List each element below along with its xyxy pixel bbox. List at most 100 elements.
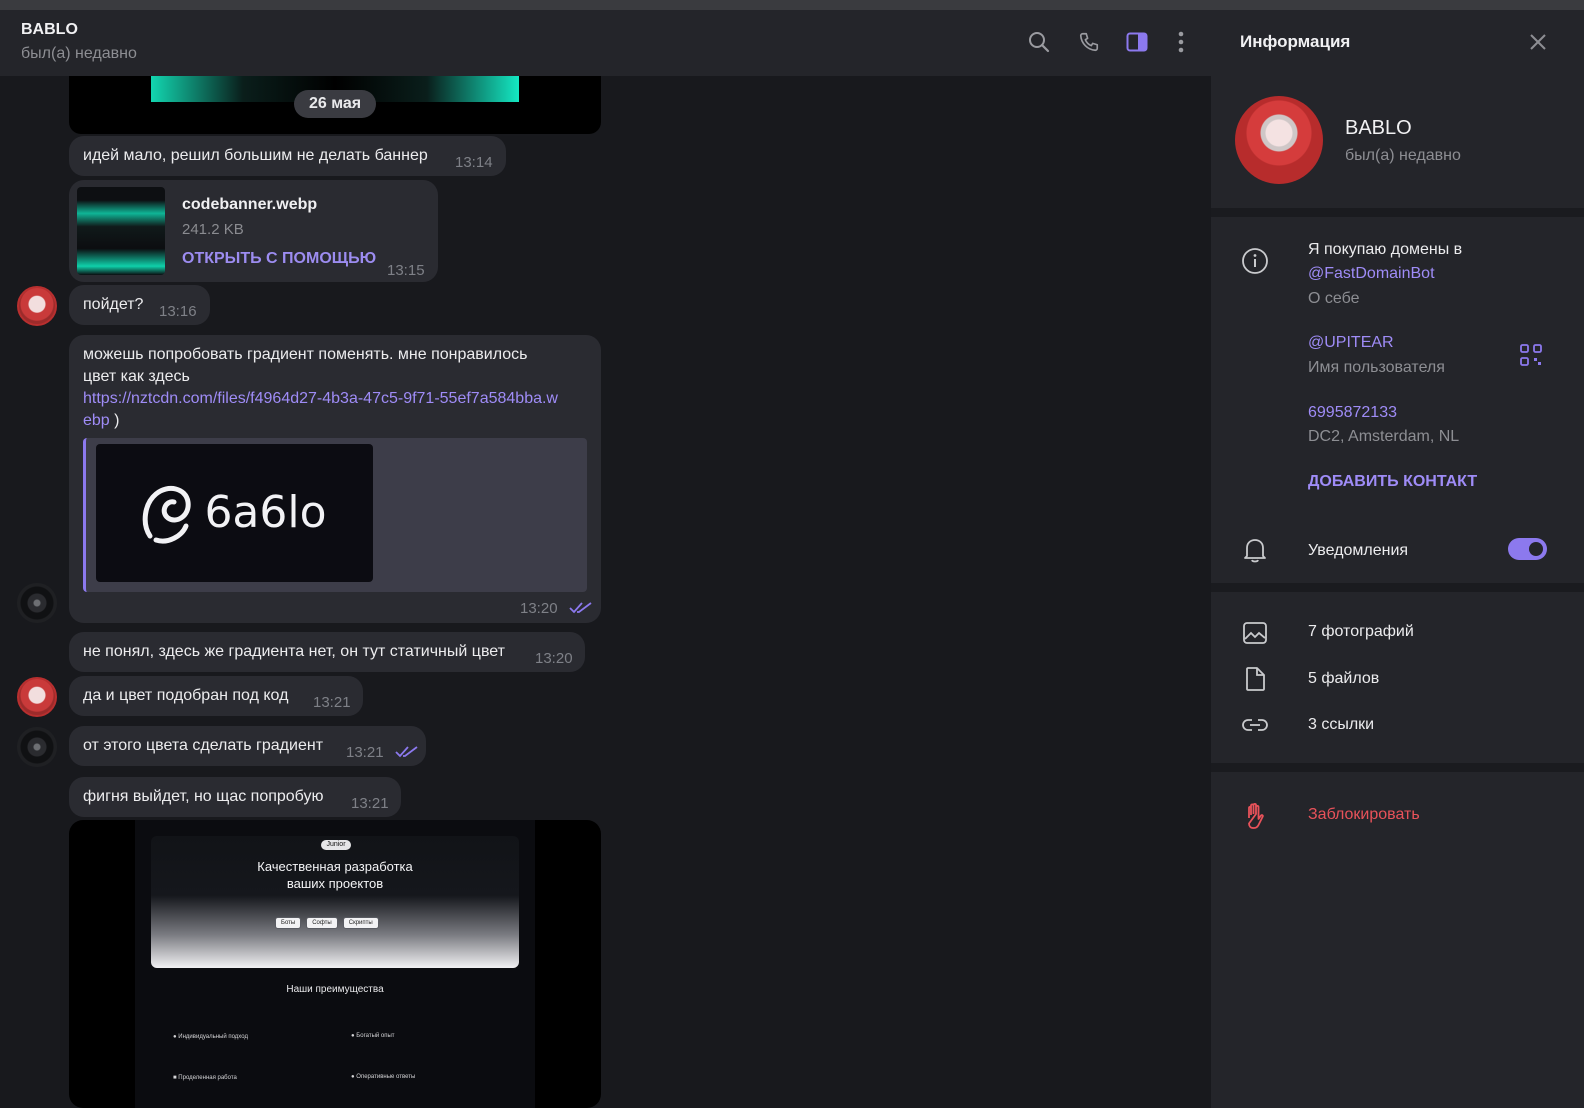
open-with-button[interactable]: ОТКРЫТЬ С ПОМОЩЬЮ: [182, 248, 376, 270]
banner-heading-line: ваших проектов: [286, 876, 384, 891]
contact-avatar[interactable]: [17, 286, 57, 326]
files-item[interactable]: 5 файлов: [1308, 667, 1379, 690]
chat-pane: BABLO был(а) недавно 26 мая идей мало, р…: [0, 10, 1211, 1108]
message-time: 13:16: [159, 303, 197, 320]
close-icon[interactable]: [1526, 30, 1550, 54]
bio-text: Я покупаю домены в: [1308, 241, 1463, 258]
banner-hero: [151, 836, 519, 968]
banner-feature: ● Индивидуальный подход: [173, 1034, 248, 1040]
message-text-line: можешь попробовать градиент поменять. мн…: [83, 346, 528, 363]
sidebar-toggle-icon[interactable]: [1124, 29, 1150, 55]
message-list[interactable]: 26 мая идей мало, решил большим не делат…: [0, 76, 1211, 1108]
read-check-icon: [395, 746, 418, 758]
chat-header: BABLO был(а) недавно: [0, 10, 1211, 76]
my-avatar[interactable]: [17, 727, 57, 767]
banner-button: Боты: [275, 917, 302, 929]
file-size: 241.2 KB: [182, 221, 244, 238]
banner-feature: ■ Проделенная работа: [173, 1075, 237, 1081]
message-time: 13:20: [520, 600, 558, 617]
message-time: 13:21: [351, 795, 389, 812]
banner-feature-label: Оперативные ответы: [356, 1074, 416, 1080]
message-bubble[interactable]: не понял, здесь же градиента нет, он тут…: [69, 632, 585, 672]
message-bubble-with-preview[interactable]: можешь попробовать градиент поменять. мн…: [69, 335, 601, 623]
banner-buttons: Боты Софты Скрипты: [275, 917, 379, 929]
message-text: фигня выйдет, но щас попробую: [83, 788, 324, 805]
profile-avatar[interactable]: [1235, 96, 1323, 184]
bio-link[interactable]: @FastDomainBot: [1308, 262, 1435, 285]
block-user-button[interactable]: Заблокировать: [1308, 803, 1420, 826]
username-link[interactable]: @UPITEAR: [1308, 331, 1394, 354]
telegram-app: BABLO был(а) недавно 26 мая идей мало, р…: [0, 10, 1584, 1108]
message-text: да и цвет подобран под код: [83, 687, 289, 704]
block-hand-icon: [1241, 802, 1269, 830]
profile-status: был(а) недавно: [1345, 147, 1461, 164]
message-time: 13:20: [535, 650, 573, 667]
section-divider: [1211, 583, 1584, 592]
file-name: codebanner.webp: [182, 196, 318, 213]
message-text-line: цвет как здесь: [83, 368, 190, 385]
section-divider: [1211, 208, 1584, 217]
message-text: пойдет?: [83, 296, 144, 313]
banner-feature: ● Богатый опыт: [351, 1033, 395, 1039]
message-time: 13:15: [387, 262, 425, 279]
message-text-suffix: ): [109, 412, 120, 429]
message-time: 13:21: [313, 694, 351, 711]
window-top-strip: [0, 0, 1584, 10]
chat-title[interactable]: BABLO: [21, 21, 78, 39]
file-message[interactable]: codebanner.webp 241.2 KB ОТКРЫТЬ С ПОМОЩ…: [69, 180, 438, 282]
phone-icon[interactable]: [1076, 29, 1102, 55]
message-time: 13:21: [346, 744, 384, 761]
file-thumbnail[interactable]: [77, 187, 165, 275]
message-bubble[interactable]: идей мало, решил большим не делать банне…: [69, 136, 506, 176]
message-time: 13:14: [455, 154, 493, 171]
banner-section-title: Наши преимущества: [286, 984, 384, 995]
banner-feature-label: Индивидуальный подход: [178, 1034, 248, 1040]
file-icon: [1241, 665, 1269, 693]
read-check-icon: [569, 602, 592, 614]
message-bubble[interactable]: да и цвет подобран под код 13:21: [69, 676, 363, 716]
banner-button: Софты: [306, 917, 338, 929]
notifications-toggle[interactable]: [1508, 538, 1547, 560]
user-id[interactable]: 6995872133: [1308, 401, 1397, 424]
banner-pill: Junior: [321, 840, 351, 850]
message-text: от этого цвета сделать градиент: [83, 737, 324, 754]
photos-item[interactable]: 7 фотографий: [1308, 620, 1414, 643]
link-icon: [1241, 711, 1269, 739]
chat-status: был(а) недавно: [21, 45, 137, 62]
bio-label: О себе: [1308, 290, 1360, 307]
sidebar-title: Информация: [1240, 32, 1351, 51]
date-separator: 26 мая: [294, 90, 377, 118]
message-bubble[interactable]: фигня выйдет, но щас попробую 13:21: [69, 777, 401, 817]
notifications-label: Уведомления: [1308, 542, 1409, 559]
banner-heading: Качественная разработка ваших проектов: [151, 858, 519, 892]
message-link-continued[interactable]: ebp: [83, 412, 110, 429]
info-sidebar: Информация BABLO был(а) недавно Я покупа…: [1211, 10, 1584, 1108]
qr-code-icon[interactable]: [1520, 344, 1542, 366]
bell-icon: [1241, 536, 1269, 564]
section-divider: [1211, 763, 1584, 772]
links-item[interactable]: 3 ссылки: [1308, 713, 1374, 736]
search-icon[interactable]: [1026, 29, 1052, 55]
toggle-knob: [1529, 542, 1543, 556]
preview-brand-text: 6a6lo: [204, 487, 327, 538]
message-bubble[interactable]: от этого цвета сделать градиент 13:21: [69, 726, 426, 766]
brand-logo-icon: [143, 485, 191, 544]
banner-feature: ● Оперативные ответы: [351, 1074, 416, 1080]
my-avatar[interactable]: [17, 583, 57, 623]
banner-feature-label: Проделенная работа: [178, 1075, 237, 1081]
username-label: Имя пользователя: [1308, 359, 1445, 376]
message-bubble[interactable]: пойдет? 13:16: [69, 285, 210, 325]
preview-image[interactable]: 6a6lo: [96, 444, 373, 582]
profile-name: BABLO: [1345, 117, 1412, 139]
image-message[interactable]: Junior Качественная разработка ваших про…: [69, 820, 601, 1108]
link-preview[interactable]: 6a6lo: [83, 438, 587, 592]
banner-feature-label: Богатый опыт: [356, 1033, 395, 1039]
contact-avatar[interactable]: [17, 677, 57, 717]
add-contact-button[interactable]: ДОБАВИТЬ КОНТАКТ: [1308, 470, 1477, 493]
banner-button: Скрипты: [342, 917, 379, 929]
info-icon: [1241, 247, 1269, 275]
message-link[interactable]: https://nztcdn.com/files/f4964d27-4b3a-4…: [83, 388, 587, 410]
more-icon[interactable]: [1168, 29, 1194, 55]
message-text: идей мало, решил большим не делать банне…: [83, 147, 428, 164]
photo-icon: [1241, 619, 1269, 647]
